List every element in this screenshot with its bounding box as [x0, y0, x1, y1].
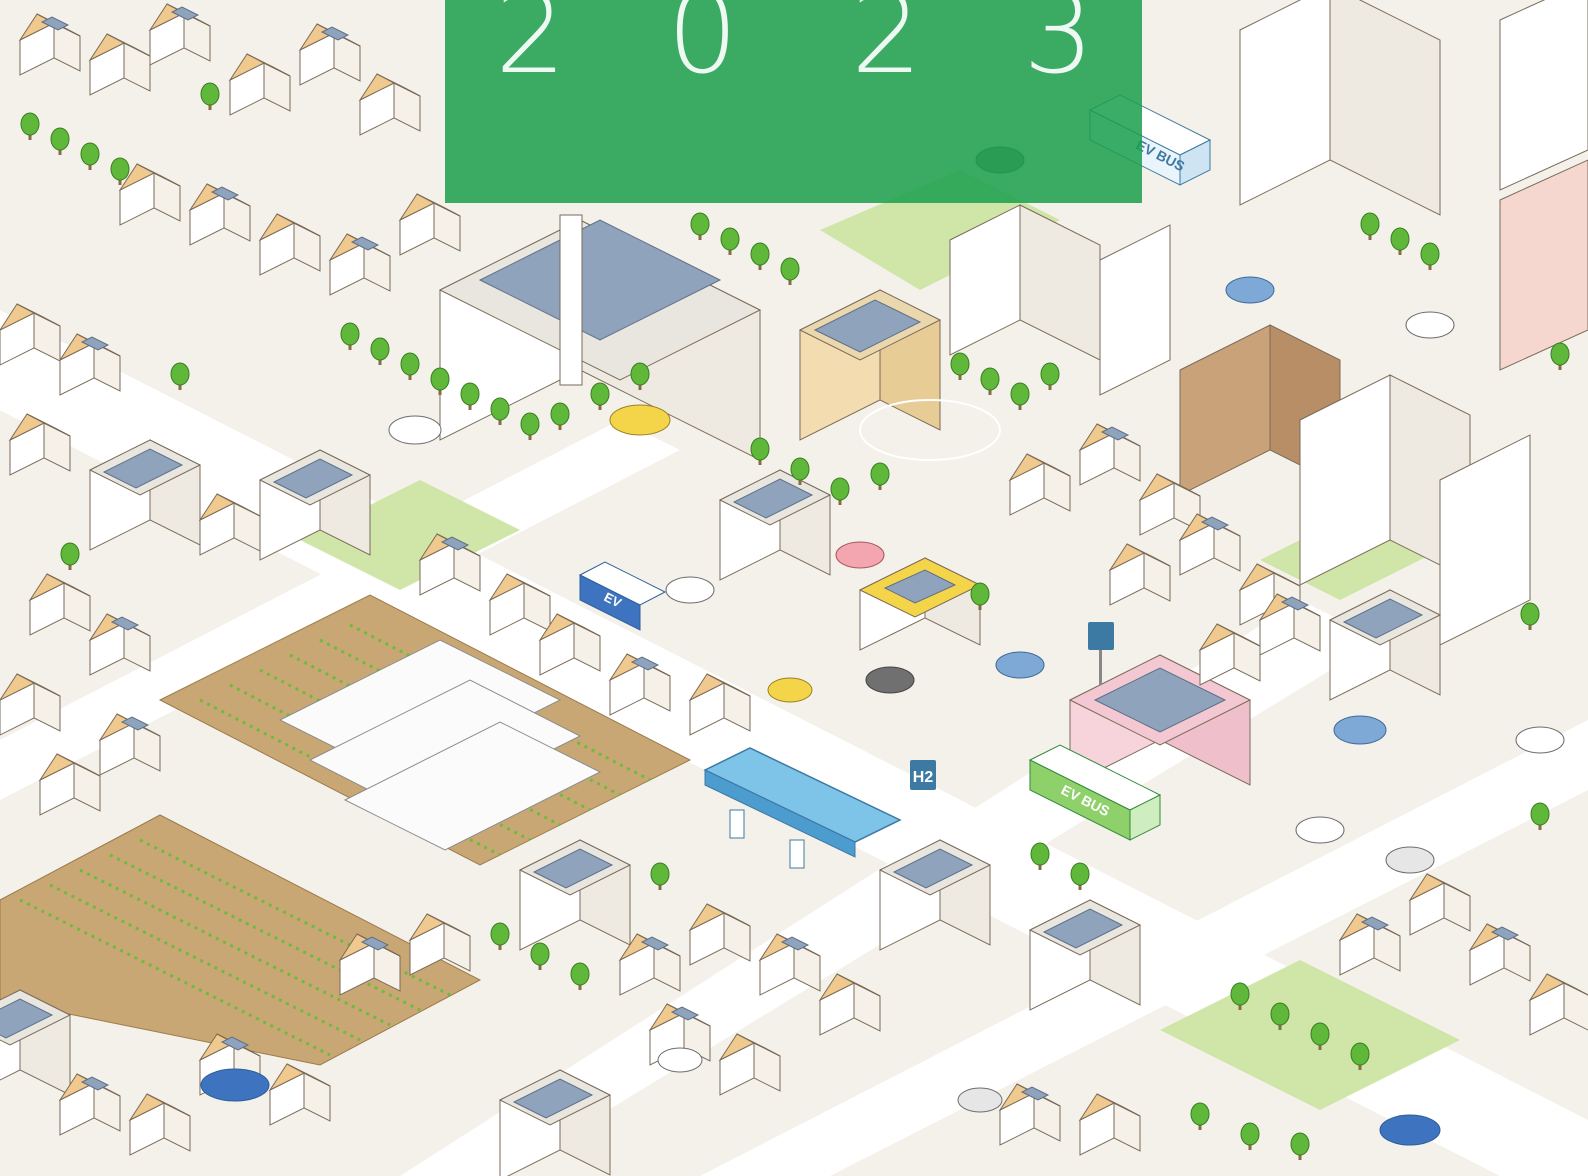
year-digit-1: 2 [495, 0, 567, 99]
hydrogen-sign: H2 [913, 769, 934, 786]
year-digit-3: 2 [851, 0, 923, 99]
year-digit-2: 0 [667, 0, 739, 99]
year-digit-4: 3 [1023, 0, 1095, 99]
year-banner: 2 0 2 3 [445, 0, 1142, 203]
